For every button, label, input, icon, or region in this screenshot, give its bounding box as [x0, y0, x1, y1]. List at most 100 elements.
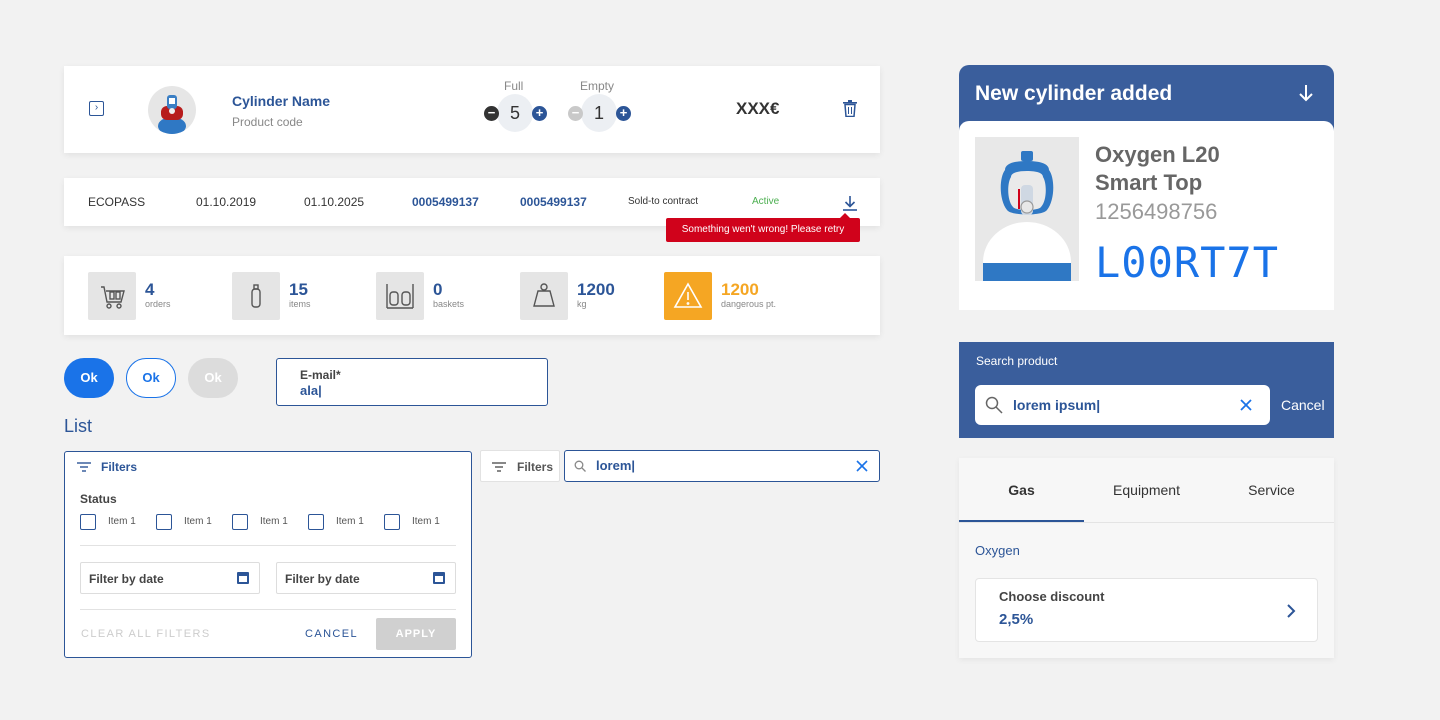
contract-end-date: 01.10.2025 [304, 195, 365, 209]
stat-orders-value: 4 [145, 280, 155, 299]
search-icon [985, 396, 1003, 414]
status-label: Status [80, 492, 117, 506]
status-checkbox-5[interactable] [384, 514, 400, 530]
email-value[interactable]: ala| [300, 383, 322, 398]
status-checkbox-3[interactable] [232, 514, 248, 530]
empty-value: 1 [593, 103, 604, 123]
cylinder-name-line-1: Oxygen L20 [1095, 142, 1220, 167]
date-filter-1[interactable]: Filter by date [80, 562, 260, 594]
cylinder-image [975, 137, 1079, 281]
list-search-input[interactable]: lorem| [564, 450, 880, 482]
close-icon[interactable] [1240, 399, 1252, 411]
product-price: XXX€ [736, 99, 780, 118]
search-icon [574, 460, 586, 472]
stats-card: 4 orders 15 items 0 baskets 1200 kg 1200… [64, 256, 880, 335]
product-name: Cylinder Name [232, 93, 331, 109]
weight-icon [520, 272, 568, 320]
ok-primary-button[interactable]: Ok [64, 358, 114, 398]
stat-weight-label: kg [577, 299, 587, 309]
empty-increment-button[interactable]: + [616, 106, 631, 121]
cylinder-name-line-2: Smart Top [1095, 170, 1203, 195]
tab-service[interactable]: Service [1209, 458, 1334, 522]
empty-decrement-button[interactable]: − [568, 106, 583, 121]
status-checkbox-label-5: Item 1 [412, 516, 440, 527]
cart-icon [88, 272, 136, 320]
cylinder-avatar [148, 86, 196, 134]
tab-equipment[interactable]: Equipment [1084, 458, 1209, 522]
full-increment-button[interactable]: + [532, 106, 547, 121]
contract-type: Sold-to contract [628, 196, 699, 207]
warning-icon [664, 272, 712, 320]
divider [80, 545, 456, 546]
new-cylinder-header: New cylinder added [975, 82, 1173, 105]
stat-baskets-label: baskets [433, 299, 465, 309]
email-field[interactable]: E-mail* ala| [276, 358, 548, 406]
full-value: 5 [509, 103, 520, 123]
cylinder-icon [158, 95, 186, 134]
status-checkbox-2[interactable] [156, 514, 172, 530]
search-cancel-button[interactable]: Cancel [1281, 397, 1325, 413]
email-label: E-mail* [300, 368, 341, 382]
status-checkbox-label-3: Item 1 [260, 516, 288, 527]
list-search-value[interactable]: lorem| [596, 458, 635, 473]
stat-dangerous-label: dangerous pt. [721, 299, 777, 309]
choose-discount-row[interactable]: Choose discount 2,5% [975, 578, 1318, 642]
new-cylinder-body: Oxygen L20 Smart Top 1256498756 L00RT7T [959, 121, 1334, 310]
stat-dangerous-value: 1200 [721, 280, 759, 299]
stat-items-value: 15 [289, 280, 308, 299]
date-filter-1-label: Filter by date [89, 572, 164, 586]
expand-icon[interactable]: › [89, 101, 104, 116]
stat-baskets-value: 0 [433, 280, 443, 299]
status-checkbox-4[interactable] [308, 514, 324, 530]
new-cylinder-card: New cylinder added Oxygen L20 Smart Top … [959, 65, 1334, 310]
apply-button[interactable]: APPLY [376, 618, 456, 650]
search-product-panel: Search product lorem ipsum| Cancel [959, 342, 1334, 438]
empty-label: Empty [580, 79, 615, 93]
empty-stepper: 1 − + [568, 94, 631, 132]
calendar-icon[interactable] [433, 572, 445, 584]
search-product-value[interactable]: lorem ipsum| [1013, 397, 1100, 413]
status-checkbox-label-1: Item 1 [108, 516, 136, 527]
arrow-down-icon[interactable] [1297, 84, 1315, 102]
cancel-button[interactable]: CANCEL [305, 628, 358, 640]
stat-weight-value: 1200 [577, 280, 615, 299]
bottle-icon [232, 272, 280, 320]
download-icon[interactable] [842, 195, 858, 211]
error-tooltip: Something wen't wrong! Please retry [666, 213, 860, 242]
stat-weight: 1200 kg [520, 272, 660, 320]
list-title: List [64, 416, 93, 436]
filters-button[interactable]: Filters [480, 450, 560, 482]
filter-icon [492, 462, 506, 472]
discount-value: 2,5% [999, 611, 1034, 628]
close-icon[interactable] [856, 460, 868, 472]
full-decrement-button[interactable]: − [484, 106, 499, 121]
cylinder-icon [983, 151, 1071, 281]
search-product-input[interactable]: lorem ipsum| [975, 385, 1270, 425]
full-label: Full [504, 79, 524, 93]
contract-number-1[interactable]: 0005499137 [412, 195, 479, 209]
cylinder-serial: L00RT7T [1095, 238, 1280, 287]
basket-icon [376, 272, 424, 320]
calendar-icon[interactable] [237, 572, 249, 584]
date-filter-2[interactable]: Filter by date [276, 562, 456, 594]
contract-name: ECOPASS [88, 195, 146, 209]
full-stepper: 5 − + [484, 94, 547, 132]
stat-orders-label: orders [145, 299, 171, 309]
date-filter-2-label: Filter by date [285, 572, 360, 586]
tab-gas[interactable]: Gas [959, 458, 1084, 522]
trash-icon[interactable] [843, 100, 857, 117]
contract-number-2[interactable]: 0005499137 [520, 195, 587, 209]
filters-label[interactable]: Filters [101, 460, 137, 474]
status-badge: Active [752, 196, 780, 207]
filter-icon [77, 462, 91, 472]
discount-label: Choose discount [999, 589, 1105, 604]
clear-all-filters-button[interactable]: CLEAR ALL FILTERS [81, 628, 211, 640]
filters-button-label: Filters [517, 460, 554, 474]
product-card: › Cylinder Name Product code Full 5 − + … [64, 66, 880, 153]
filters-panel: Filters Status Item 1 Item 1 Item 1 Item… [64, 451, 472, 658]
ok-secondary-button[interactable]: Ok [126, 358, 176, 398]
stat-dangerous: 1200 dangerous pt. [664, 272, 804, 320]
stat-baskets: 0 baskets [376, 272, 516, 320]
chevron-right-icon[interactable] [1286, 604, 1296, 618]
status-checkbox-1[interactable] [80, 514, 96, 530]
